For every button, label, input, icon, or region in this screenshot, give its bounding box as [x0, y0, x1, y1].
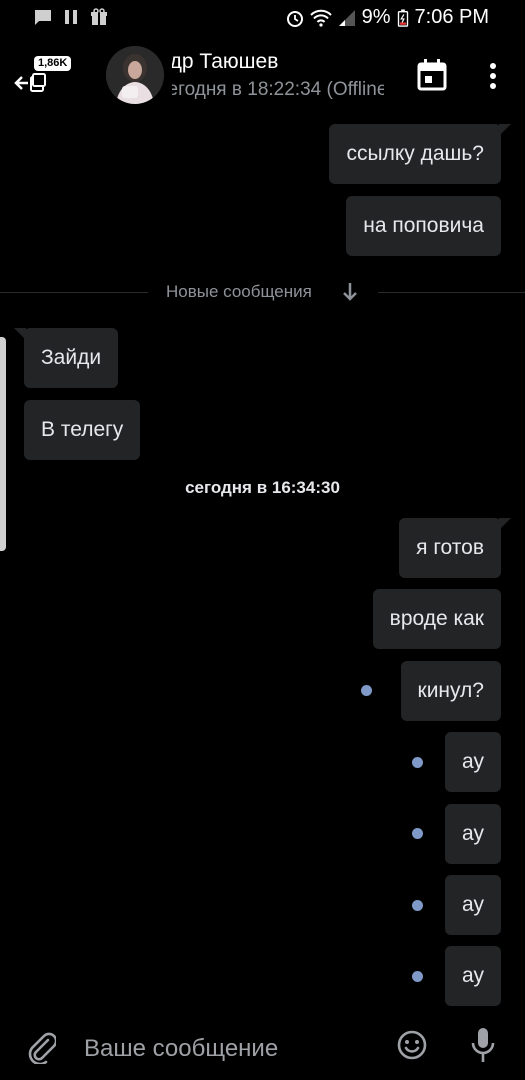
unread-dot [361, 685, 372, 696]
message-bubble[interactable]: ау [445, 875, 501, 935]
clock-time: 7:06 PM [414, 6, 489, 28]
unread-dot [412, 900, 423, 911]
battery-icon [397, 8, 408, 27]
divider-line [378, 292, 525, 293]
back-arrow-icon [14, 73, 46, 92]
avatar[interactable] [106, 46, 164, 104]
chat-header: 1,86K ндр Таюшев сегодня в 18:22:34 (Off… [0, 36, 525, 120]
status-bar: 9% 7:06 PM [0, 0, 525, 36]
chat-title-block[interactable]: ндр Таюшев сегодня в 18:22:34 (Offline) [172, 48, 384, 108]
date-separator: сегодня в 16:34:30 [185, 478, 340, 497]
message-bubble[interactable]: Зайди [13, 328, 119, 388]
message-bubble[interactable]: я готов [399, 518, 511, 578]
message-bubble[interactable]: ау [445, 804, 501, 864]
wifi-icon [309, 9, 332, 27]
pause-icon [65, 10, 77, 24]
arrow-down-icon [343, 283, 357, 301]
avatar-photo [106, 46, 164, 104]
new-messages-label: Новые сообщения [166, 282, 312, 301]
message-bubble[interactable]: ау [445, 946, 501, 1006]
back-button[interactable]: 1,86K [8, 56, 78, 106]
message-input[interactable] [82, 1028, 386, 1070]
last-seen-status: сегодня в 18:22:34 (Offline) [172, 79, 384, 100]
scrollbar[interactable] [0, 337, 6, 551]
gift-icon [91, 8, 107, 25]
alarm-icon [286, 10, 303, 27]
unread-dot [412, 828, 423, 839]
message-bubble[interactable]: на поповича [346, 196, 501, 256]
message-bubble[interactable]: вроде как [372, 589, 501, 649]
signal-icon [338, 9, 355, 26]
message-bubble[interactable]: В телегу [24, 400, 141, 460]
message-bubble[interactable]: ау [445, 732, 501, 792]
paperclip-icon[interactable] [26, 1030, 56, 1064]
new-messages-divider: Новые сообщения [0, 282, 525, 304]
battery-percent: 9% [361, 6, 391, 28]
status-right-icons: 9% 7:06 PM [286, 6, 489, 29]
message-bubble[interactable]: ссылку дашь? [329, 124, 511, 184]
message-notification-icon [35, 10, 51, 25]
divider-line [0, 292, 148, 293]
emoji-icon[interactable] [396, 1029, 428, 1061]
unread-dot [412, 757, 423, 768]
microphone-icon[interactable] [470, 1026, 496, 1066]
message-bubble[interactable]: кинул? [400, 661, 501, 721]
unread-dot [412, 971, 423, 982]
unread-count-badge: 1,86K [34, 56, 72, 71]
status-left-icons [34, 8, 108, 26]
calendar-icon[interactable] [416, 58, 448, 92]
more-options-icon[interactable] [482, 60, 504, 94]
message-composer [0, 1020, 525, 1080]
chat-screen: 9% 7:06 PM 1,86K ндр Таюшев с [0, 0, 525, 1080]
chat-title: ндр Таюшев [172, 50, 279, 73]
